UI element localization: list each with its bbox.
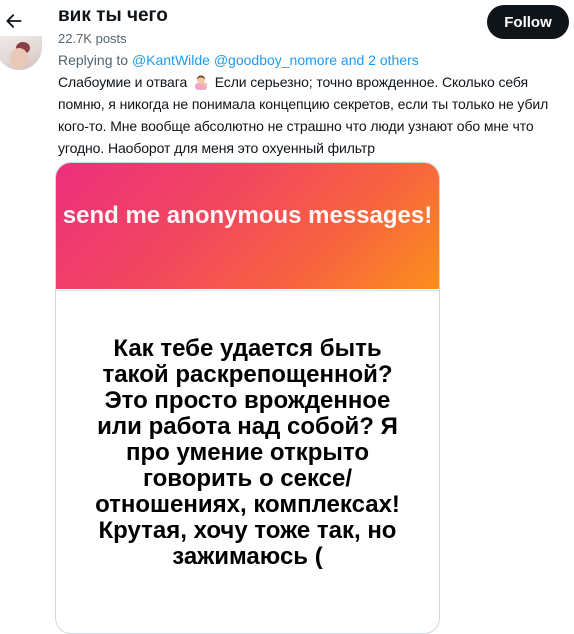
reply-mentions-link[interactable]: @KantWilde @goodboy_nomore and 2 others bbox=[132, 52, 419, 68]
arrow-left-icon bbox=[6, 14, 22, 28]
post-count: 22.7K posts bbox=[58, 31, 127, 46]
back-button[interactable] bbox=[0, 4, 28, 38]
attached-image[interactable]: send me anonymous messages! Как тебе уда… bbox=[55, 162, 440, 634]
image-divider bbox=[56, 290, 439, 291]
image-question-text: Как тебе удается быть такой раскрепощенн… bbox=[95, 335, 400, 570]
avatar[interactable] bbox=[0, 36, 42, 70]
replying-to-prefix: Replying to bbox=[58, 52, 132, 68]
post-text-start: Слабоумие и отвага bbox=[58, 74, 188, 90]
avatar-face bbox=[10, 48, 28, 68]
image-header-text: send me anonymous messages! bbox=[62, 202, 433, 229]
profile-name[interactable]: вик ты чего bbox=[58, 5, 168, 27]
post-text: Слабоумие и отвага Если серьезно; точно … bbox=[58, 71, 564, 159]
follow-button[interactable]: Follow bbox=[487, 5, 569, 39]
image-gradient-header: send me anonymous messages! bbox=[56, 163, 439, 289]
replying-to: Replying to @KantWilde @goodboy_nomore a… bbox=[58, 52, 419, 68]
woman-tipping-hand-emoji-icon bbox=[194, 75, 208, 90]
